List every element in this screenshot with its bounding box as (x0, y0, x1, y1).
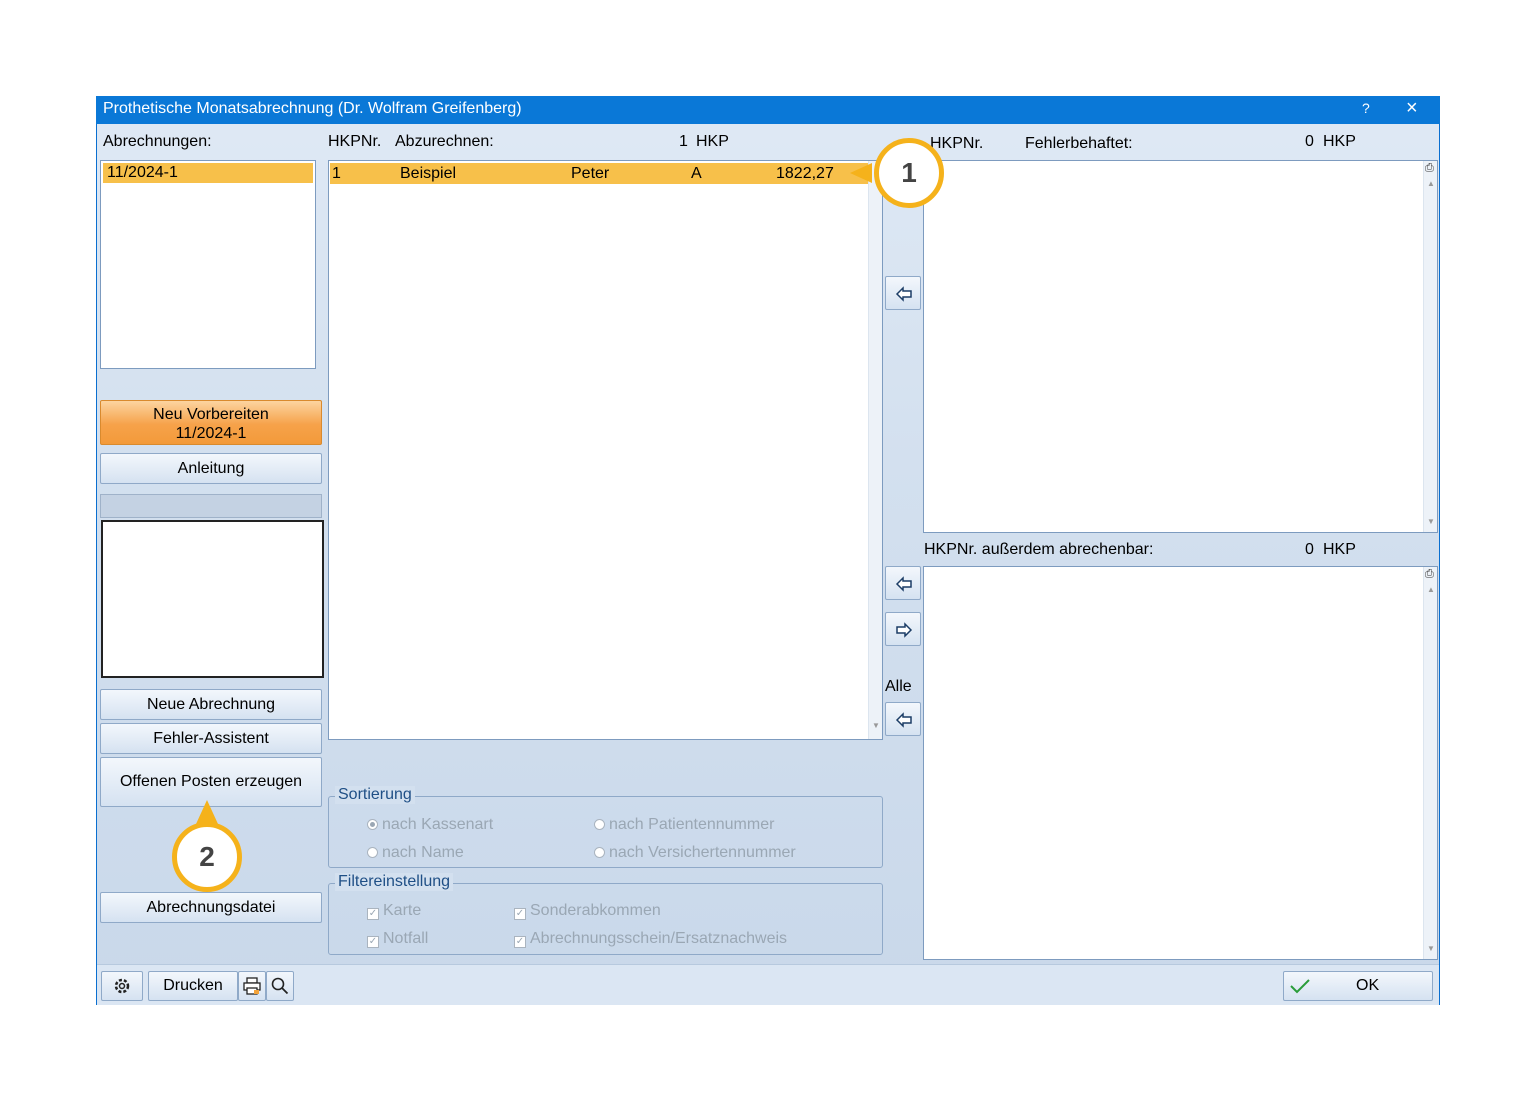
radio-label: nach Patientennummer (609, 816, 775, 833)
print-icon[interactable]: ⎙ (1425, 162, 1434, 175)
scroll-down-icon[interactable]: ▼ (1427, 944, 1435, 953)
arrow-right-icon (896, 622, 913, 638)
callout-2: 2 (172, 822, 242, 892)
bottom-toolbar (97, 964, 1439, 1005)
move-left-button-2[interactable] (885, 566, 921, 600)
checkbox-abrechnungsschein[interactable]: ✓ Abrechnungsschein/Ersatznachweis (514, 930, 787, 948)
fehlerbehaftet-list[interactable]: ⎙ ▲ ▼ (923, 160, 1438, 533)
checkmark-icon (1290, 979, 1310, 994)
drucken-button[interactable]: Drucken (148, 971, 238, 1001)
radio-nach-name[interactable]: nach Name (367, 844, 464, 862)
checkbox-karte[interactable]: ✓ Karte (367, 902, 421, 920)
arrow-left-icon (895, 712, 912, 728)
scroll-up-icon[interactable]: ▲ (1427, 585, 1435, 594)
ok-button[interactable]: OK (1283, 971, 1433, 1001)
abzurechnen-list[interactable]: 1 Beispiel Peter A 1822,27 ▼ (328, 160, 883, 740)
info-box (101, 520, 324, 678)
print-preview-button[interactable] (238, 971, 266, 1001)
move-all-left-button[interactable] (885, 702, 921, 736)
neu-vorbereiten-button[interactable]: Neu Vorbereiten 11/2024-1 (100, 400, 322, 445)
checkbox-checked-icon: ✓ (367, 908, 379, 920)
radio-label: nach Versichertennummer (609, 844, 796, 861)
ausserdem-unit: HKP (1323, 541, 1356, 558)
radio-icon (367, 847, 378, 858)
printer-icon (243, 977, 261, 995)
vertical-scrollbar[interactable]: ▼ (868, 161, 882, 739)
cell-betrag: 1822,27 (776, 165, 834, 182)
checkbox-checked-icon: ✓ (514, 936, 526, 948)
callout-1-pointer (850, 163, 872, 183)
title-bar: Prothetische Monatsabrechnung (Dr. Wolfr… (96, 96, 1440, 124)
sortierung-legend: Sortierung (335, 786, 415, 804)
search-button[interactable] (266, 971, 294, 1001)
abrechnungen-label: Abrechnungen: (103, 133, 212, 150)
abzurechnen-count: 1 (679, 133, 688, 150)
filter-legend: Filtereinstellung (335, 873, 454, 891)
abzurechnen-header: Abzurechnen: (395, 133, 494, 150)
scroll-down-icon[interactable]: ▼ (872, 721, 880, 730)
anleitung-button[interactable]: Anleitung (100, 453, 322, 484)
callout-1: 1 (874, 138, 944, 208)
scroll-down-icon[interactable]: ▼ (1427, 517, 1435, 526)
radio-nach-kassenart[interactable]: nach Kassenart (367, 816, 493, 834)
fehlerbehaftet-header: Fehlerbehaftet: (1025, 135, 1133, 152)
list-item[interactable]: 11/2024-1 (103, 163, 313, 183)
checkbox-checked-icon: ✓ (514, 908, 526, 920)
abrechnungen-list[interactable]: 11/2024-1 (100, 160, 316, 369)
radio-label: nach Kassenart (382, 816, 494, 833)
cell-name: Beispiel (400, 165, 457, 182)
neue-abrechnung-button[interactable]: Neue Abrechnung (100, 689, 322, 720)
search-icon (271, 977, 289, 995)
gear-icon (114, 978, 130, 994)
ok-label: OK (1356, 977, 1380, 994)
help-button[interactable]: ? (1362, 100, 1370, 116)
radio-nach-patientennummer[interactable]: nach Patientennummer (594, 816, 774, 834)
fehler-count: 0 (1305, 133, 1314, 150)
radio-icon (594, 847, 605, 858)
vertical-scrollbar[interactable]: ⎙ ▲ ▼ (1423, 161, 1437, 532)
callout-2-pointer (196, 800, 218, 824)
ausserdem-count: 0 (1305, 541, 1314, 558)
progress-bar (100, 494, 322, 518)
filter-group: Filtereinstellung ✓ Karte ✓ Sonderabkommen… (328, 873, 883, 955)
radio-nach-versichertennummer[interactable]: nach Versichertennummer (594, 844, 796, 862)
checkbox-label: Sonderabkommen (530, 902, 661, 919)
cell-art: A (691, 165, 702, 182)
table-row[interactable]: 1 Beispiel Peter A 1822,27 (330, 163, 868, 184)
checkbox-label: Abrechnungsschein/Ersatznachweis (530, 930, 788, 947)
fehler-assistent-button[interactable]: Fehler-Assistent (100, 723, 322, 754)
checkbox-label: Notfall (383, 930, 429, 947)
radio-icon (594, 819, 605, 830)
print-icon[interactable]: ⎙ (1425, 568, 1434, 581)
abzurechnen-unit: HKP (696, 133, 729, 150)
scroll-up-icon[interactable]: ▲ (1427, 179, 1435, 188)
move-left-button[interactable] (885, 276, 921, 310)
settings-button[interactable] (101, 971, 143, 1001)
radio-label: nach Name (382, 844, 464, 861)
alle-label: Alle (885, 678, 912, 695)
neu-vorbereiten-label: Neu Vorbereiten (153, 406, 269, 423)
checkbox-notfall[interactable]: ✓ Notfall (367, 930, 428, 948)
checkbox-sonderabkommen[interactable]: ✓ Sonderabkommen (514, 902, 661, 920)
radio-selected-icon (367, 819, 378, 830)
cell-nr: 1 (332, 165, 341, 182)
hkpnr-header: HKPNr. (328, 133, 382, 150)
checkbox-label: Karte (383, 902, 422, 919)
cell-vorname: Peter (571, 165, 610, 182)
list-item-label: 11/2024-1 (107, 164, 178, 181)
move-right-button[interactable] (885, 612, 921, 646)
arrow-left-icon (895, 576, 912, 592)
vertical-scrollbar[interactable]: ⎙ ▲ ▼ (1423, 567, 1437, 959)
window-title: Prothetische Monatsabrechnung (Dr. Wolfr… (103, 100, 522, 117)
arrow-left-icon (895, 286, 912, 302)
fehler-unit: HKP (1323, 133, 1356, 150)
ausserdem-header: HKPNr. außerdem abrechenbar: (924, 541, 1154, 558)
checkbox-checked-icon: ✓ (367, 936, 379, 948)
close-button[interactable]: × (1406, 97, 1418, 120)
ausserdem-list[interactable]: ⎙ ▲ ▼ (923, 566, 1438, 960)
sortierung-group: Sortierung nach Kassenart nach Patienten… (328, 786, 883, 868)
neu-vorbereiten-period: 11/2024-1 (175, 425, 247, 442)
right-hkpnr-header: HKPNr. (930, 135, 984, 152)
abrechnungsdatei-button[interactable]: Abrechnungsdatei (100, 892, 322, 923)
